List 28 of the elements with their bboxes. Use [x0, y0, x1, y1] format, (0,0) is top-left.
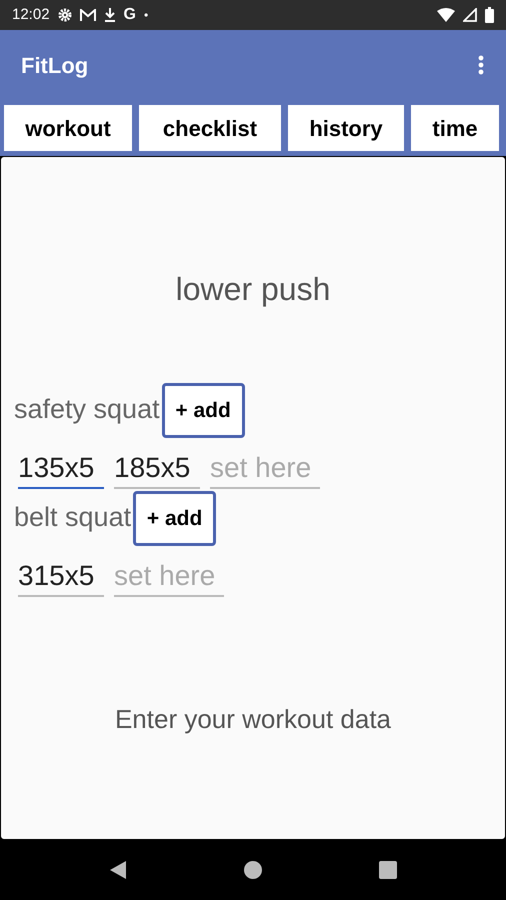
set-field[interactable]: set here	[210, 449, 320, 489]
add-set-button[interactable]: + add	[133, 491, 216, 546]
set-field[interactable]: 315x5	[18, 557, 104, 597]
status-time: 12:02	[12, 4, 50, 25]
set-field[interactable]: 185x5	[114, 449, 200, 489]
tab[interactable]: history	[288, 105, 404, 151]
exercise-name: belt squat	[14, 501, 132, 534]
tab[interactable]: time	[411, 105, 499, 151]
status-dot: •	[144, 7, 148, 24]
home-icon[interactable]	[243, 860, 263, 880]
workout-title: lower push	[174, 270, 332, 309]
exercise-name: safety squat	[14, 393, 160, 426]
status-icon: G	[124, 3, 136, 27]
back-icon[interactable]	[109, 860, 127, 880]
mail-icon	[80, 8, 96, 22]
set-field[interactable]: set here	[114, 557, 224, 597]
hint-text: Enter your workout data	[114, 703, 392, 736]
download-icon	[104, 8, 116, 22]
signal-icon	[463, 8, 477, 22]
tab[interactable]: workout	[4, 105, 132, 151]
more-options-icon[interactable]	[478, 55, 484, 75]
gear-icon	[58, 8, 72, 22]
tab[interactable]: checklist	[139, 105, 281, 151]
set-field[interactable]: 135x5	[18, 449, 104, 489]
add-set-button[interactable]: + add	[162, 383, 245, 438]
battery-icon	[485, 7, 494, 23]
app-title: FitLog	[21, 52, 90, 80]
wifi-icon	[437, 8, 455, 22]
